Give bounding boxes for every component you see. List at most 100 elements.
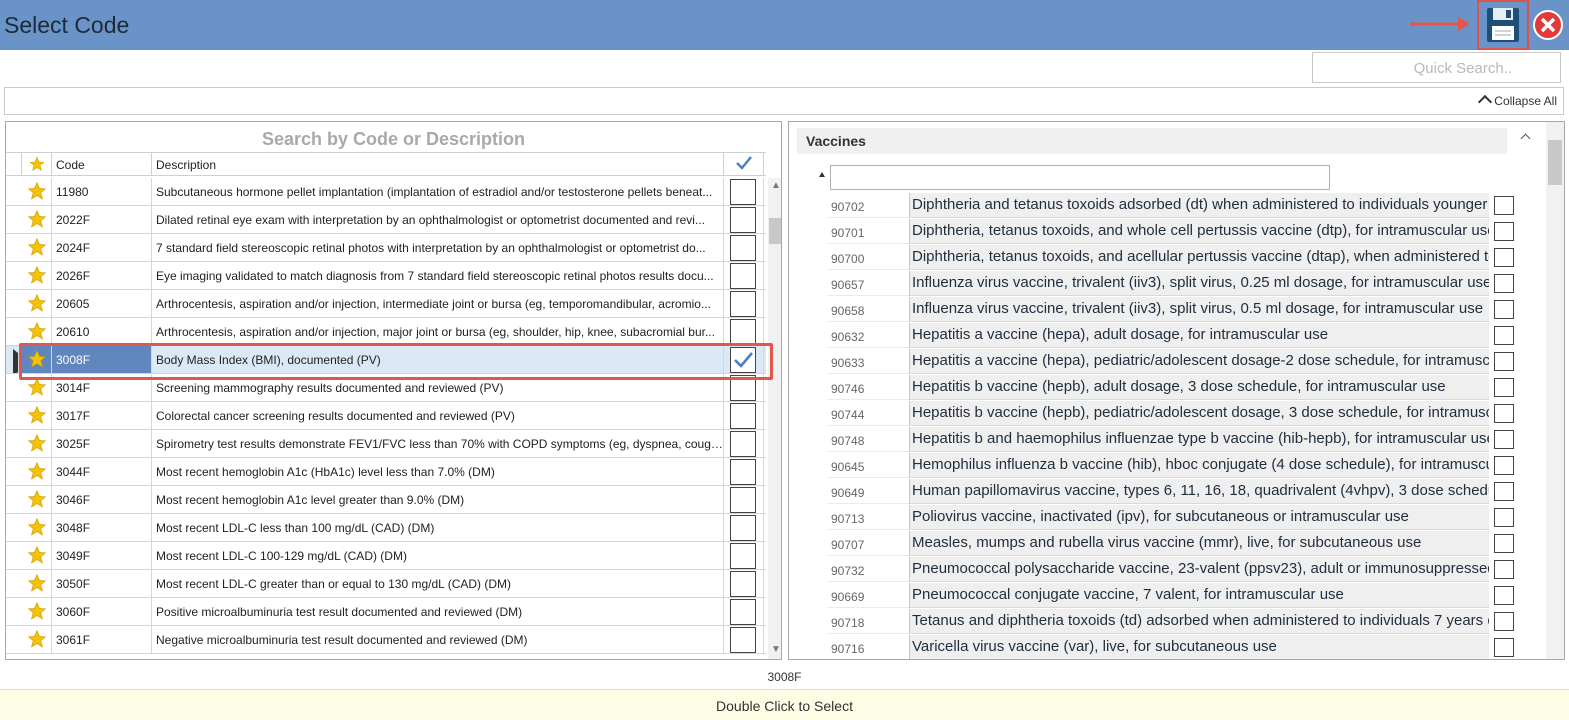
list-item[interactable]: 90716 Varicella virus vaccine (var), live… [827, 635, 1527, 659]
scroll-thumb[interactable] [769, 218, 781, 244]
table-row[interactable]: 3025F Spirometry test results demonstrate… [6, 430, 766, 458]
list-item[interactable]: 90746 Hepatitis b vaccine (hepb), adult d… [827, 375, 1527, 401]
favorite-star[interactable] [22, 542, 52, 569]
table-row[interactable]: 2022F Dilated retinal eye exam with inter… [6, 206, 766, 234]
list-item[interactable]: 90718 Tetanus and diphtheria toxoids (td)… [827, 609, 1527, 635]
header-star-cell[interactable] [22, 153, 52, 175]
table-row[interactable]: 3046F Most recent hemoglobin A1c level gr… [6, 486, 766, 514]
table-row[interactable]: 11980 Subcutaneous hormone pellet implant… [6, 178, 766, 206]
table-row[interactable]: 20610 Arthrocentesis, aspiration and/or i… [6, 318, 766, 346]
checkbox[interactable] [730, 431, 756, 457]
select-checkbox[interactable] [724, 514, 764, 541]
table-row[interactable]: 3060F Positive microalbuminuria test resu… [6, 598, 766, 626]
vaccine-checkbox[interactable] [1494, 378, 1514, 397]
favorite-star[interactable] [22, 626, 52, 653]
table-row[interactable]: 3017F Colorectal cancer screening results… [6, 402, 766, 430]
select-checkbox[interactable] [724, 486, 764, 513]
table-row[interactable]: 2024F 7 standard field stereoscopic retin… [6, 234, 766, 262]
right-scrollbar[interactable] [1546, 122, 1564, 659]
checkbox[interactable] [730, 571, 756, 597]
vaccine-checkbox[interactable] [1494, 300, 1514, 319]
quick-search-input[interactable]: Quick Search.. [1312, 52, 1561, 83]
vaccine-checkbox[interactable] [1494, 508, 1514, 527]
favorite-star[interactable] [22, 430, 52, 457]
checkbox[interactable] [730, 319, 756, 345]
checkbox[interactable] [730, 347, 756, 373]
list-item[interactable]: 90713 Poliovirus vaccine, inactivated (ip… [827, 505, 1527, 531]
vaccine-checkbox[interactable] [1494, 586, 1514, 605]
save-button[interactable] [1477, 0, 1529, 50]
header-check-cell[interactable] [724, 153, 764, 175]
list-item[interactable]: 90657 Influenza virus vaccine, trivalent … [827, 271, 1527, 297]
checkbox[interactable] [730, 291, 756, 317]
list-item[interactable]: 90649 Human papillomavirus vaccine, types… [827, 479, 1527, 505]
list-item[interactable]: 90645 Hemophilus influenza b vaccine (hib… [827, 453, 1527, 479]
vaccine-checkbox[interactable] [1494, 326, 1514, 345]
list-item[interactable]: 90700 Diphtheria, tetanus toxoids, and ac… [827, 245, 1527, 271]
chevron-up-icon[interactable] [1521, 131, 1531, 141]
list-item[interactable]: 90633 Hepatitis a vaccine (hepa), pediatr… [827, 349, 1527, 375]
column-header-code[interactable]: Code [52, 153, 152, 175]
vaccine-checkbox[interactable] [1494, 196, 1514, 215]
list-item[interactable]: 90748 Hepatitis b and haemophilus influen… [827, 427, 1527, 453]
favorite-star[interactable] [22, 178, 52, 205]
left-scrollbar[interactable]: ▲ ▼ [768, 178, 781, 659]
table-row[interactable]: 3014F Screening mammography results docum… [6, 374, 766, 402]
table-row[interactable]: 3049F Most recent LDL-C 100-129 mg/dL (CA… [6, 542, 766, 570]
checkbox[interactable] [730, 403, 756, 429]
favorite-star[interactable] [22, 598, 52, 625]
checkbox[interactable] [730, 487, 756, 513]
favorite-star[interactable] [22, 514, 52, 541]
vaccine-checkbox[interactable] [1494, 222, 1514, 241]
favorite-star[interactable] [22, 318, 52, 345]
checkbox[interactable] [730, 375, 756, 401]
vaccine-checkbox[interactable] [1494, 482, 1514, 501]
grid-search-input[interactable]: Search by Code or Description [6, 122, 781, 152]
close-icon[interactable] [1532, 9, 1564, 41]
select-checkbox[interactable] [724, 598, 764, 625]
select-checkbox[interactable] [724, 626, 764, 653]
table-row[interactable]: 3061F Negative microalbuminuria test resu… [6, 626, 766, 654]
favorite-star[interactable] [22, 262, 52, 289]
select-checkbox[interactable] [724, 346, 764, 373]
vaccine-checkbox[interactable] [1494, 352, 1514, 371]
favorite-star[interactable] [22, 206, 52, 233]
vaccine-checkbox[interactable] [1494, 560, 1514, 579]
group-header-vaccines[interactable]: Vaccines [797, 128, 1507, 154]
checkbox[interactable] [730, 627, 756, 653]
vaccine-checkbox[interactable] [1494, 274, 1514, 293]
list-item[interactable]: 90632 Hepatitis a vaccine (hepa), adult d… [827, 323, 1527, 349]
list-item[interactable]: 90702 Diphtheria and tetanus toxoids adso… [827, 193, 1527, 219]
list-item[interactable]: 90658 Influenza virus vaccine, trivalent … [827, 297, 1527, 323]
table-row[interactable]: 3044F Most recent hemoglobin A1c (HbA1c) … [6, 458, 766, 486]
select-checkbox[interactable] [724, 234, 764, 261]
checkbox[interactable] [730, 515, 756, 541]
scroll-up-icon[interactable]: ▲ [771, 180, 781, 191]
select-checkbox[interactable] [724, 178, 764, 205]
vaccine-filter-input[interactable] [830, 165, 1330, 190]
select-checkbox[interactable] [724, 402, 764, 429]
table-row[interactable]: 20605 Arthrocentesis, aspiration and/or i… [6, 290, 766, 318]
list-item[interactable]: 90701 Diphtheria, tetanus toxoids, and wh… [827, 219, 1527, 245]
column-header-description[interactable]: Description [152, 153, 724, 175]
collapse-all-button[interactable]: Collapse All [1478, 94, 1557, 110]
select-checkbox[interactable] [724, 430, 764, 457]
select-checkbox[interactable] [724, 262, 764, 289]
favorite-star[interactable] [22, 486, 52, 513]
favorite-star[interactable] [22, 374, 52, 401]
favorite-star[interactable] [22, 234, 52, 261]
checkbox[interactable] [730, 207, 756, 233]
select-checkbox[interactable] [724, 458, 764, 485]
vaccine-checkbox[interactable] [1494, 534, 1514, 553]
checkbox[interactable] [730, 599, 756, 625]
select-checkbox[interactable] [724, 206, 764, 233]
scroll-thumb[interactable] [1548, 140, 1562, 185]
select-checkbox[interactable] [724, 374, 764, 401]
select-checkbox[interactable] [724, 318, 764, 345]
list-item[interactable]: 90669 Pneumococcal conjugate vaccine, 7 v… [827, 583, 1527, 609]
select-checkbox[interactable] [724, 570, 764, 597]
checkbox[interactable] [730, 235, 756, 261]
list-item[interactable]: 90744 Hepatitis b vaccine (hepb), pediatr… [827, 401, 1527, 427]
table-row[interactable]: 3050F Most recent LDL-C greater than or e… [6, 570, 766, 598]
select-checkbox[interactable] [724, 542, 764, 569]
